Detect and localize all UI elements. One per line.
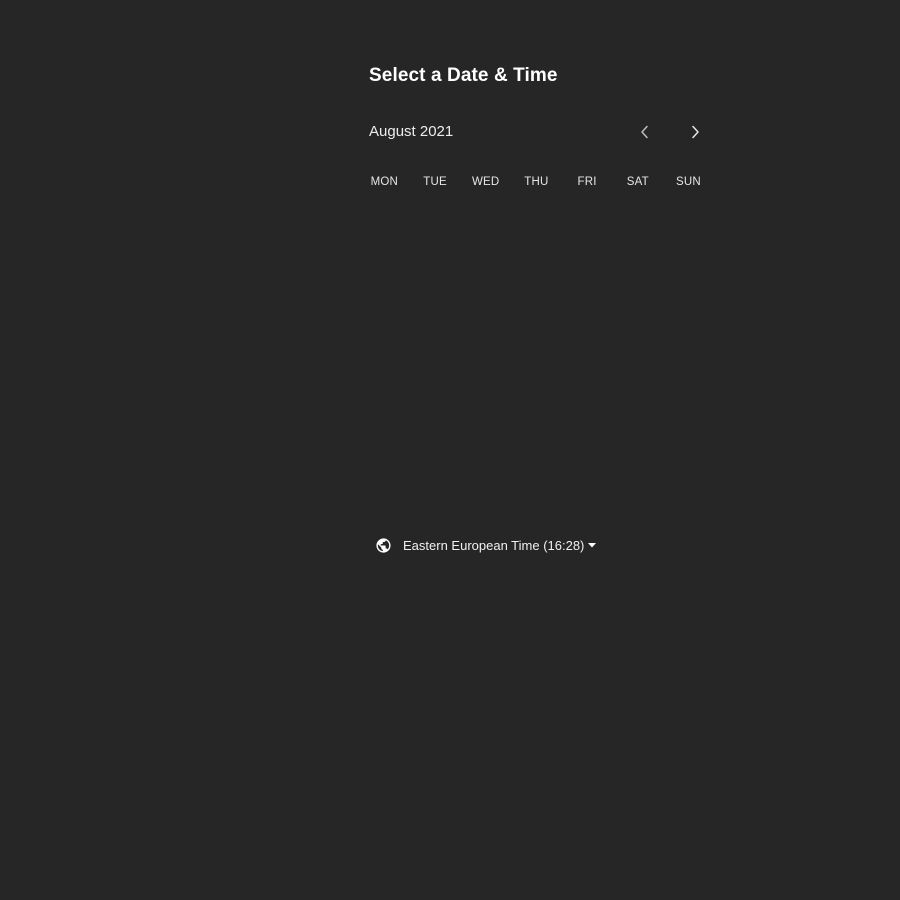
page-title: Select a Date & Time xyxy=(369,65,558,86)
next-month-button[interactable] xyxy=(683,120,707,144)
timezone-selector[interactable]: Eastern European Time (16:28) xyxy=(375,537,597,554)
previous-month-button[interactable] xyxy=(633,120,657,144)
globe-icon xyxy=(376,538,391,553)
caret-down-icon xyxy=(588,543,597,548)
weekday-label: WED xyxy=(472,176,500,188)
weekday-label: MON xyxy=(370,176,399,188)
weekday-label: SAT xyxy=(626,176,649,188)
scheduler-page: Select a Date & Time August 2021 MON TUE… xyxy=(0,0,900,900)
weekday-header-row: MON TUE WED THU FRI SAT SUN xyxy=(359,176,714,188)
weekday-label: THU xyxy=(524,176,549,188)
calendar-grid xyxy=(359,200,714,500)
weekday-label: FRI xyxy=(577,176,597,188)
chevron-right-icon xyxy=(692,125,699,139)
timezone-label: Eastern European Time (16:28) xyxy=(403,538,585,553)
chevron-left-icon xyxy=(641,125,648,139)
month-label: August 2021 xyxy=(369,123,454,140)
weekday-label: SUN xyxy=(676,176,701,188)
weekday-label: TUE xyxy=(423,176,447,188)
